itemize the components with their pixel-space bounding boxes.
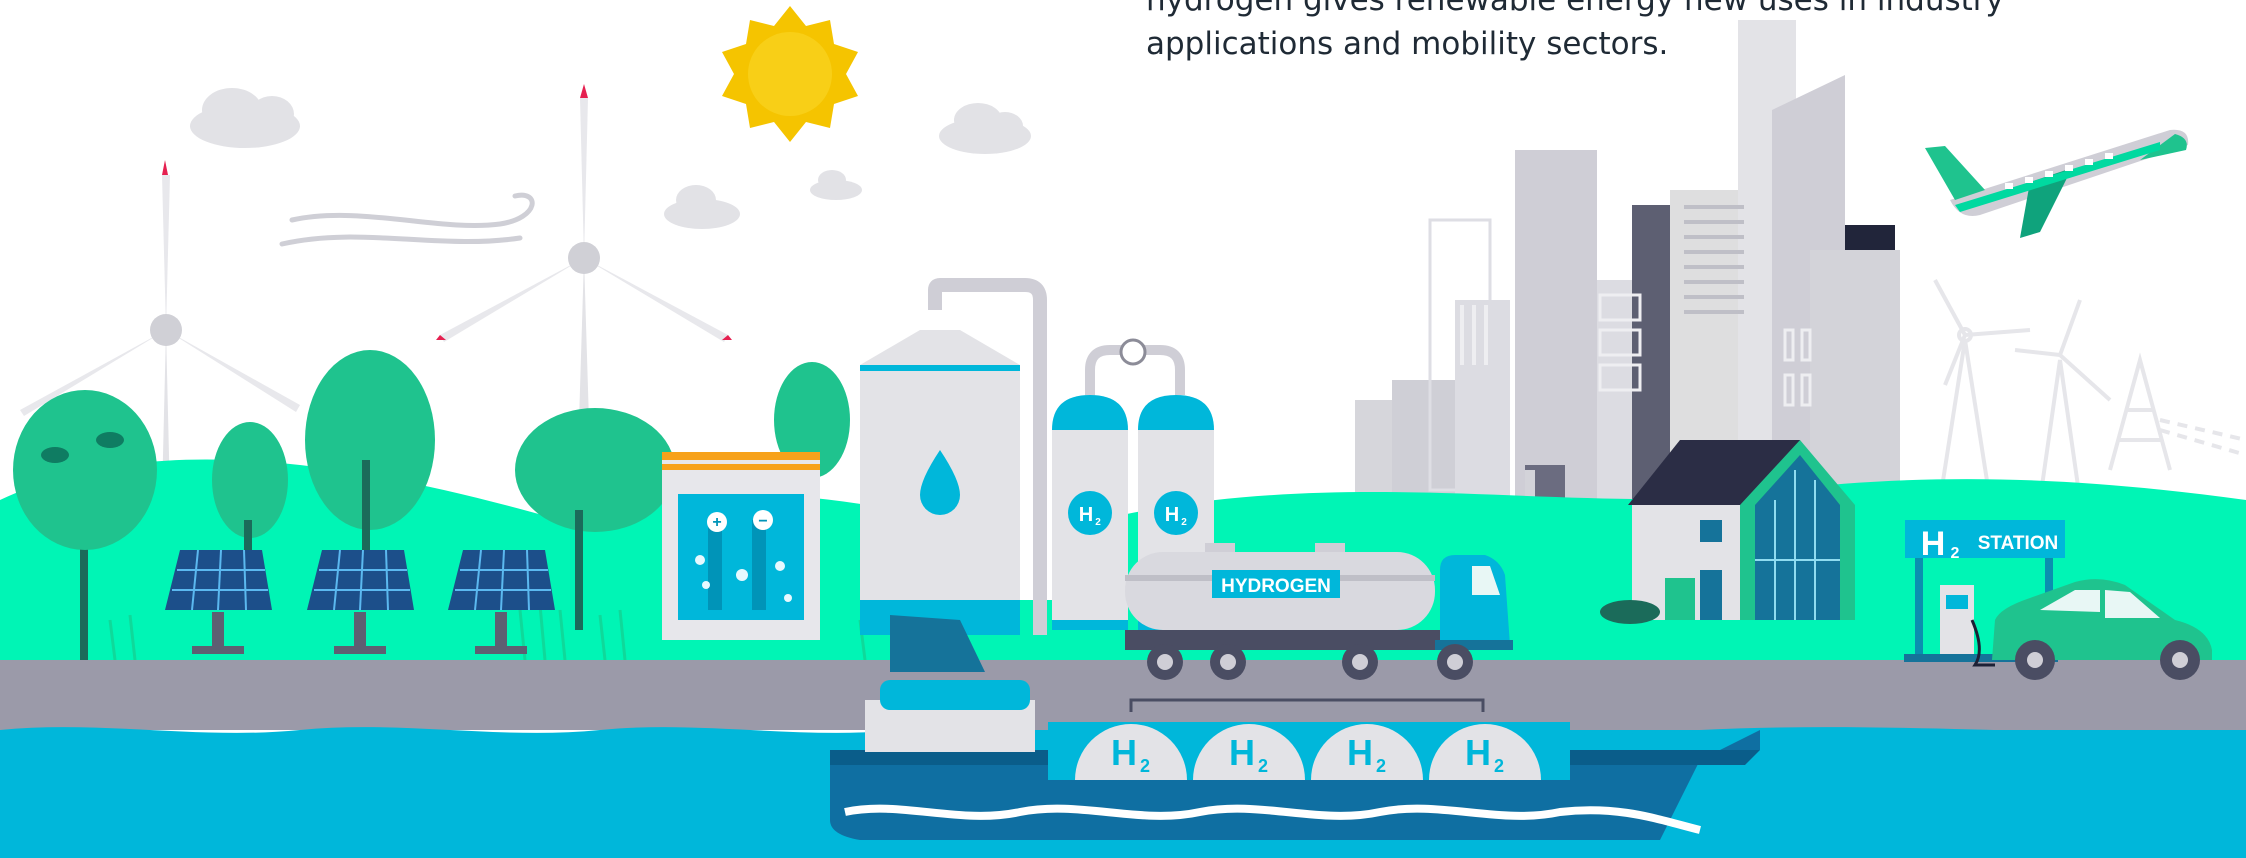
cloud-icon [939, 103, 1031, 154]
city-skyline [1355, 20, 1900, 520]
background-outlines [1933, 279, 2246, 501]
tank-right-label: H [1165, 504, 1179, 526]
ship-tank-2-label: H [1229, 732, 1255, 773]
truck-label: HYDROGEN [1221, 576, 1331, 597]
station-label: STATION [1978, 533, 2059, 554]
airplane [1925, 129, 2189, 238]
station-sub: 2 [1951, 545, 1960, 562]
hydrogen-landscape-illustration: + − H 2 H 2 H 2 STATION HYDROGEN H 2 H 2… [0, 6, 2246, 858]
gauge-icon [1119, 338, 1147, 366]
water-tank [860, 278, 1047, 635]
ship-tank-3-sub: 2 [1376, 756, 1386, 776]
ship-tank-1-sub: 2 [1140, 756, 1150, 776]
cloud-icon [190, 88, 300, 148]
cloud-icon [810, 170, 862, 200]
tank-left-sub: 2 [1095, 517, 1101, 528]
station-h: H [1921, 525, 1946, 563]
svg-text:+: + [712, 514, 721, 531]
ship-tank-4-label: H [1465, 732, 1491, 773]
wind-icon [279, 192, 535, 247]
tank-left-label: H [1079, 504, 1093, 526]
road [0, 660, 2246, 730]
ship-tank-4-sub: 2 [1494, 756, 1504, 776]
tank-right-sub: 2 [1181, 517, 1187, 528]
cloud-icon [664, 185, 740, 229]
electrolyzer: + − [662, 452, 820, 640]
ship-tank-1-label: H [1111, 732, 1137, 773]
ship-tank-2-sub: 2 [1258, 756, 1268, 776]
svg-text:−: − [758, 513, 767, 530]
sun-icon [722, 6, 858, 142]
ship-tank-3-label: H [1347, 732, 1373, 773]
